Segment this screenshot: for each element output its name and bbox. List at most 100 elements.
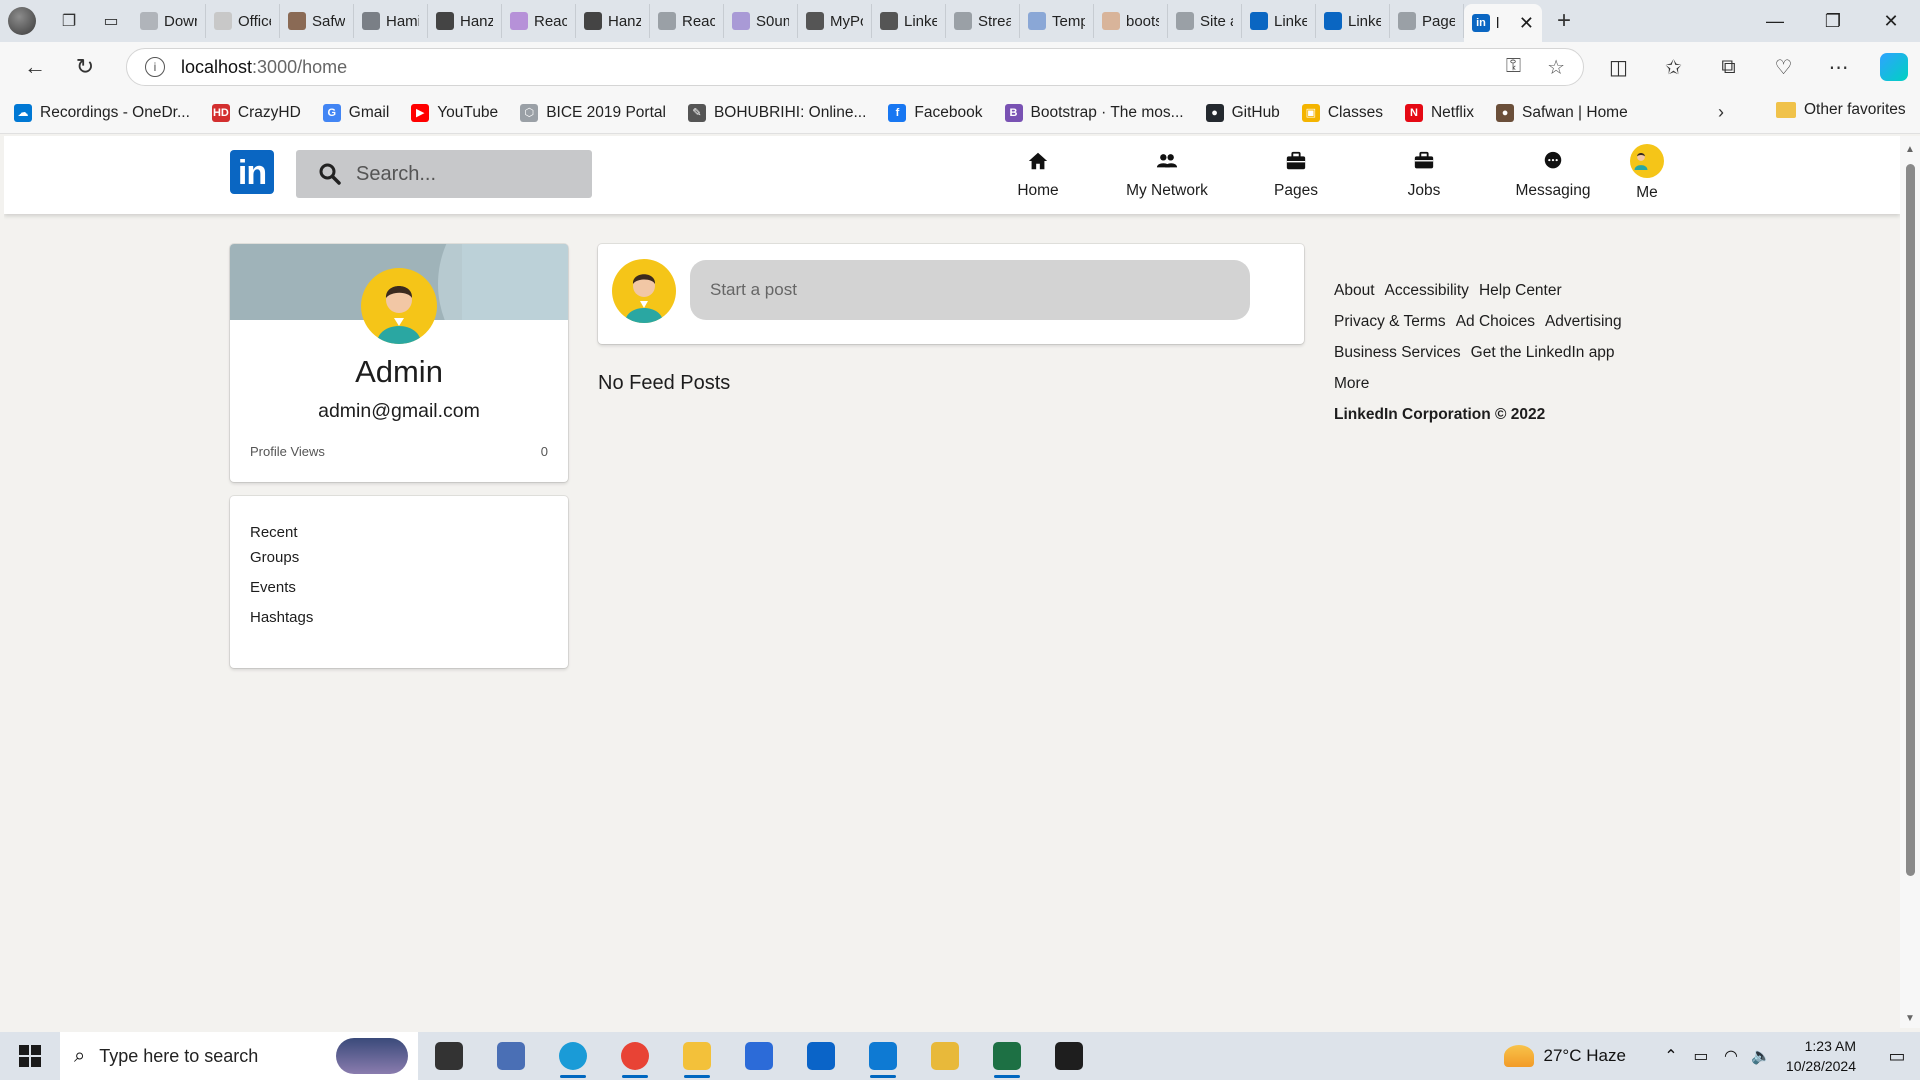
start-button[interactable] [0,1032,60,1080]
browser-tab[interactable]: Office [206,4,280,38]
wifi-icon[interactable]: ◠ [1716,1046,1746,1066]
scrollbar-thumb[interactable] [1906,164,1915,876]
favorite-star-icon[interactable]: ☆ [1547,55,1565,80]
workspaces-icon[interactable]: ❐ [48,0,90,42]
site-info-icon[interactable]: i [145,57,165,77]
chevron-up-icon[interactable]: ⌃ [1656,1046,1686,1066]
browser-tab[interactable]: Strea [946,4,1020,38]
collections-icon[interactable]: ⧉ [1701,56,1756,79]
linkedin-logo[interactable]: in [230,150,274,194]
sidebar-item-hashtags[interactable]: Hashtags [250,609,313,626]
nav-pages[interactable]: Pages [1241,146,1351,206]
bookmark-item[interactable]: ⬡ BICE 2019 Portal [520,103,666,122]
bookmark-item[interactable]: ▶ YouTube [411,103,498,122]
browser-tab[interactable]: Linke [1316,4,1390,38]
bookmark-item[interactable]: G Gmail [322,103,389,122]
taskbar-app-excel[interactable] [976,1032,1038,1080]
weather-widget[interactable]: 27°C Haze [1503,1045,1626,1067]
footer-link[interactable]: More [1334,375,1369,393]
sidebar-item-groups[interactable]: Groups [250,549,299,566]
browser-tab[interactable]: Hanz [576,4,650,38]
bookmark-item[interactable]: B Bootstrap · The mos... [1004,103,1184,122]
nav-home[interactable]: Home [983,146,1093,206]
profile-avatar[interactable] [361,268,437,344]
bookmark-item[interactable]: ✎ BOHUBRIHI: Online... [687,103,866,122]
browser-tab[interactable]: Dowr [132,4,206,38]
taskbar-app-outlook[interactable] [790,1032,852,1080]
battery-icon[interactable]: ▭ [1686,1046,1716,1066]
sidebar-item-events[interactable]: Events [250,579,296,596]
nav-jobs[interactable]: Jobs [1369,146,1479,206]
bookmark-item[interactable]: ● GitHub [1205,103,1280,122]
url-field[interactable]: i localhost:3000/home ⚿ ☆ [126,48,1584,86]
browser-tab[interactable]: Linke [1242,4,1316,38]
notifications-icon[interactable]: ▭ [1874,1046,1920,1067]
bookmark-item[interactable]: N Netflix [1404,103,1474,122]
copilot-icon[interactable] [1880,53,1908,81]
search-input[interactable] [356,162,566,186]
nav-my-network[interactable]: My Network [1112,146,1222,206]
start-post-button[interactable]: Start a post [690,260,1250,320]
scroll-up-icon[interactable]: ▲ [1905,144,1915,155]
taskbar-app-store[interactable] [728,1032,790,1080]
taskbar-app-edge[interactable] [542,1032,604,1080]
volume-icon[interactable]: 🔈 [1746,1046,1776,1066]
bookmark-item[interactable]: ● Safwan | Home [1496,103,1628,122]
browser-tab[interactable]: MyPo [798,4,872,38]
clock[interactable]: 1:23 AM 10/28/2024 [1786,1036,1856,1076]
restore-icon[interactable]: ❐ [1804,0,1862,42]
footer-link[interactable]: Business Services [1334,344,1461,362]
refresh-icon[interactable]: ↻ [60,42,110,92]
browser-tab[interactable]: boots [1094,4,1168,38]
footer-link[interactable]: Accessibility [1385,282,1469,300]
footer-link[interactable]: Get the LinkedIn app [1471,344,1615,362]
chevron-right-icon[interactable]: › [1718,102,1724,123]
browser-tab[interactable]: React [650,4,724,38]
taskbar-app-paint[interactable] [914,1032,976,1080]
close-tab-icon[interactable]: ✕ [1519,13,1534,34]
back-icon[interactable]: ← [10,42,60,92]
browser-tab[interactable]: Temp [1020,4,1094,38]
footer-link[interactable]: Ad Choices [1456,313,1535,331]
browser-tab[interactable]: React [502,4,576,38]
browser-tab[interactable]: Page [1390,4,1464,38]
browser-tab[interactable]: Site a [1168,4,1242,38]
browser-tab[interactable]: Safwa [280,4,354,38]
close-window-icon[interactable]: ✕ [1862,0,1920,42]
nav-me[interactable]: Me [1592,144,1702,204]
taskbar-app-chrome[interactable] [604,1032,666,1080]
minimize-icon[interactable]: — [1746,0,1804,42]
profile-views-label[interactable]: Profile Views [250,444,325,459]
footer-link[interactable]: Advertising [1545,313,1622,331]
split-screen-icon[interactable]: ◫ [1591,55,1646,80]
bookmark-item[interactable]: HD CrazyHD [211,103,301,122]
other-favorites-folder[interactable]: Other favorites [1776,101,1906,119]
taskbar-app-file-app[interactable] [480,1032,542,1080]
browser-tab[interactable]: S0um [724,4,798,38]
browser-tab[interactable]: Linke [872,4,946,38]
more-menu-icon[interactable]: ⋯ [1811,55,1866,80]
bookmark-item[interactable]: ▣ Classes [1301,103,1383,122]
browser-profile-avatar[interactable] [8,7,36,35]
scroll-down-icon[interactable]: ▼ [1905,1013,1915,1024]
profile-name[interactable]: Admin [230,354,568,390]
footer-link[interactable]: About [1334,282,1375,300]
bookmark-item[interactable]: f Facebook [888,103,983,122]
taskbar-app-vscode[interactable] [852,1032,914,1080]
taskbar-search-input[interactable] [99,1045,320,1067]
footer-link[interactable]: Privacy & Terms [1334,313,1446,331]
tab-active[interactable]: in l ✕ [1464,4,1542,42]
footer-link[interactable]: Help Center [1479,282,1562,300]
browser-essentials-icon[interactable]: ♡ [1756,55,1811,80]
taskbar-app-task-view[interactable] [418,1032,480,1080]
new-tab-button[interactable]: + [1542,7,1586,35]
password-key-icon[interactable]: ⚿ [1506,55,1521,80]
favorites-icon[interactable]: ✩ [1646,55,1701,80]
taskbar-app-terminal[interactable] [1038,1032,1100,1080]
page-scrollbar[interactable]: ▲ ▼ [1900,136,1920,1028]
bookmark-item[interactable]: ☁ Recordings - OneDr... [14,103,190,122]
browser-tab[interactable]: Hami [354,4,428,38]
browser-tab[interactable]: Hanz [428,4,502,38]
tab-actions-icon[interactable]: ▭ [90,0,132,42]
taskbar-app-file-explorer[interactable] [666,1032,728,1080]
